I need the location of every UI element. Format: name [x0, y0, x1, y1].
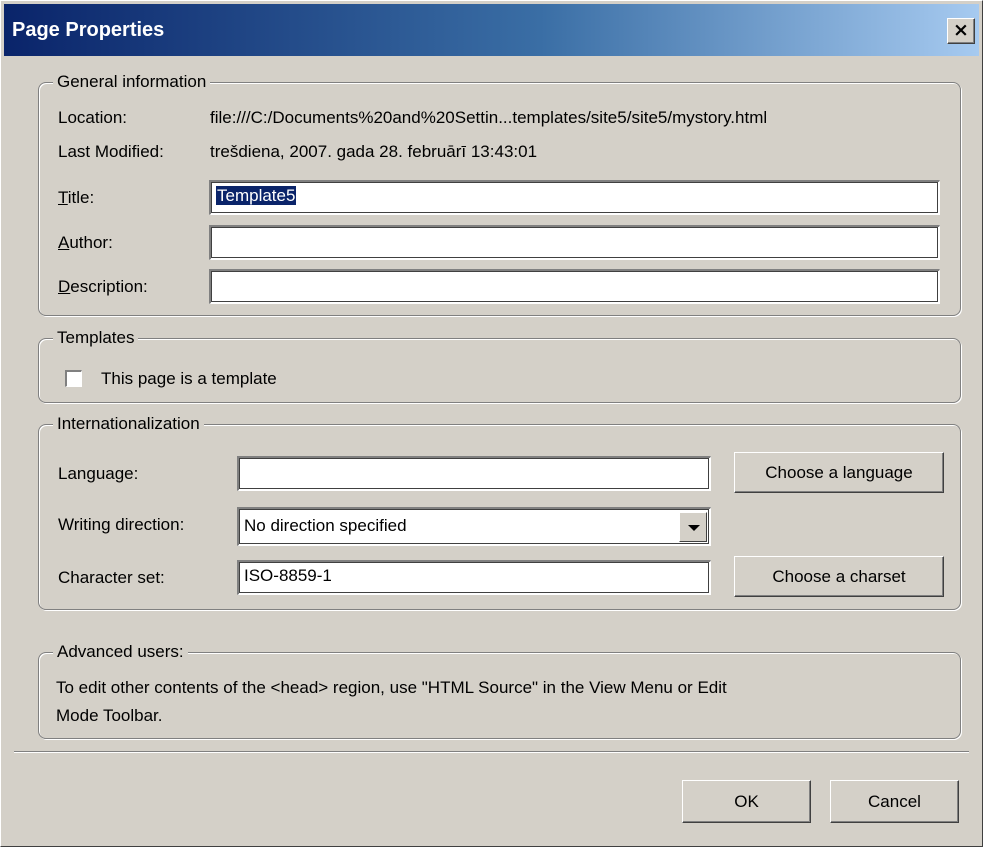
chevron-down-icon — [688, 525, 700, 531]
ok-button[interactable]: OK — [682, 780, 811, 823]
author-label: Author: — [58, 232, 113, 254]
advanced-users-legend: Advanced users: — [53, 641, 188, 663]
author-input[interactable] — [209, 225, 940, 260]
general-information-group: General information Location: file:///C:… — [38, 71, 961, 316]
advanced-users-group: Advanced users: To edit other contents o… — [38, 641, 961, 739]
template-checkbox[interactable] — [65, 370, 82, 387]
title-bar[interactable]: Page Properties × — [4, 4, 979, 56]
dialog-title: Page Properties — [12, 19, 165, 41]
language-label: Language: — [58, 464, 139, 483]
cancel-button-label: Cancel — [868, 792, 921, 811]
last-modified-label: Last Modified: — [58, 142, 164, 161]
page-properties-dialog: Page Properties × General information Lo… — [0, 0, 983, 847]
advanced-users-text-line2: Mode Toolbar. — [56, 706, 163, 725]
language-input[interactable] — [237, 456, 711, 491]
advanced-users-text-line1: To edit other contents of the <head> reg… — [56, 678, 727, 697]
author-label-rest: uthor: — [69, 233, 113, 252]
choose-language-label: Choose a language — [765, 463, 913, 482]
title-input-value: Template5 — [216, 186, 297, 205]
writing-direction-value: No direction specified — [244, 516, 407, 535]
author-label-mnemonic: A — [58, 233, 70, 252]
title-label-mnemonic: T — [58, 188, 68, 207]
character-set-value: ISO-8859-1 — [244, 566, 332, 585]
templates-legend: Templates — [53, 327, 139, 349]
choose-charset-label: Choose a charset — [772, 567, 906, 586]
title-input[interactable]: Template5 — [209, 180, 940, 215]
description-input[interactable] — [209, 269, 940, 304]
writing-direction-label: Writing direction: — [58, 515, 185, 534]
close-icon: × — [953, 19, 969, 41]
template-checkbox-label[interactable]: This page is a template — [101, 368, 277, 390]
dropdown-button[interactable] — [679, 512, 707, 542]
location-value: file:///C:/Documents%20and%20Settin...te… — [210, 108, 768, 127]
templates-group: Templates This page is a template — [38, 327, 961, 403]
general-information-legend: General information — [53, 71, 211, 93]
last-modified-value: trešdiena, 2007. gada 28. februārī 13:43… — [210, 142, 538, 161]
character-set-label: Character set: — [58, 568, 165, 587]
title-label: Title: — [58, 187, 94, 209]
choose-charset-button[interactable]: Choose a charset — [734, 556, 944, 597]
description-label: Description: — [58, 276, 148, 298]
close-button[interactable]: × — [947, 18, 975, 44]
cancel-button[interactable]: Cancel — [830, 780, 959, 823]
location-label: Location: — [58, 108, 127, 127]
description-label-mnemonic: D — [58, 277, 71, 296]
footer-separator — [14, 751, 969, 753]
internationalization-group: Internationalization Language: Choose a … — [38, 413, 961, 610]
choose-language-button[interactable]: Choose a language — [734, 452, 944, 493]
title-label-rest: itle: — [67, 188, 95, 207]
ok-button-label: OK — [734, 792, 759, 811]
description-label-rest: escription: — [70, 277, 148, 296]
character-set-input[interactable]: ISO-8859-1 — [237, 560, 711, 595]
writing-direction-select[interactable]: No direction specified — [237, 507, 711, 546]
internationalization-legend: Internationalization — [53, 413, 204, 435]
